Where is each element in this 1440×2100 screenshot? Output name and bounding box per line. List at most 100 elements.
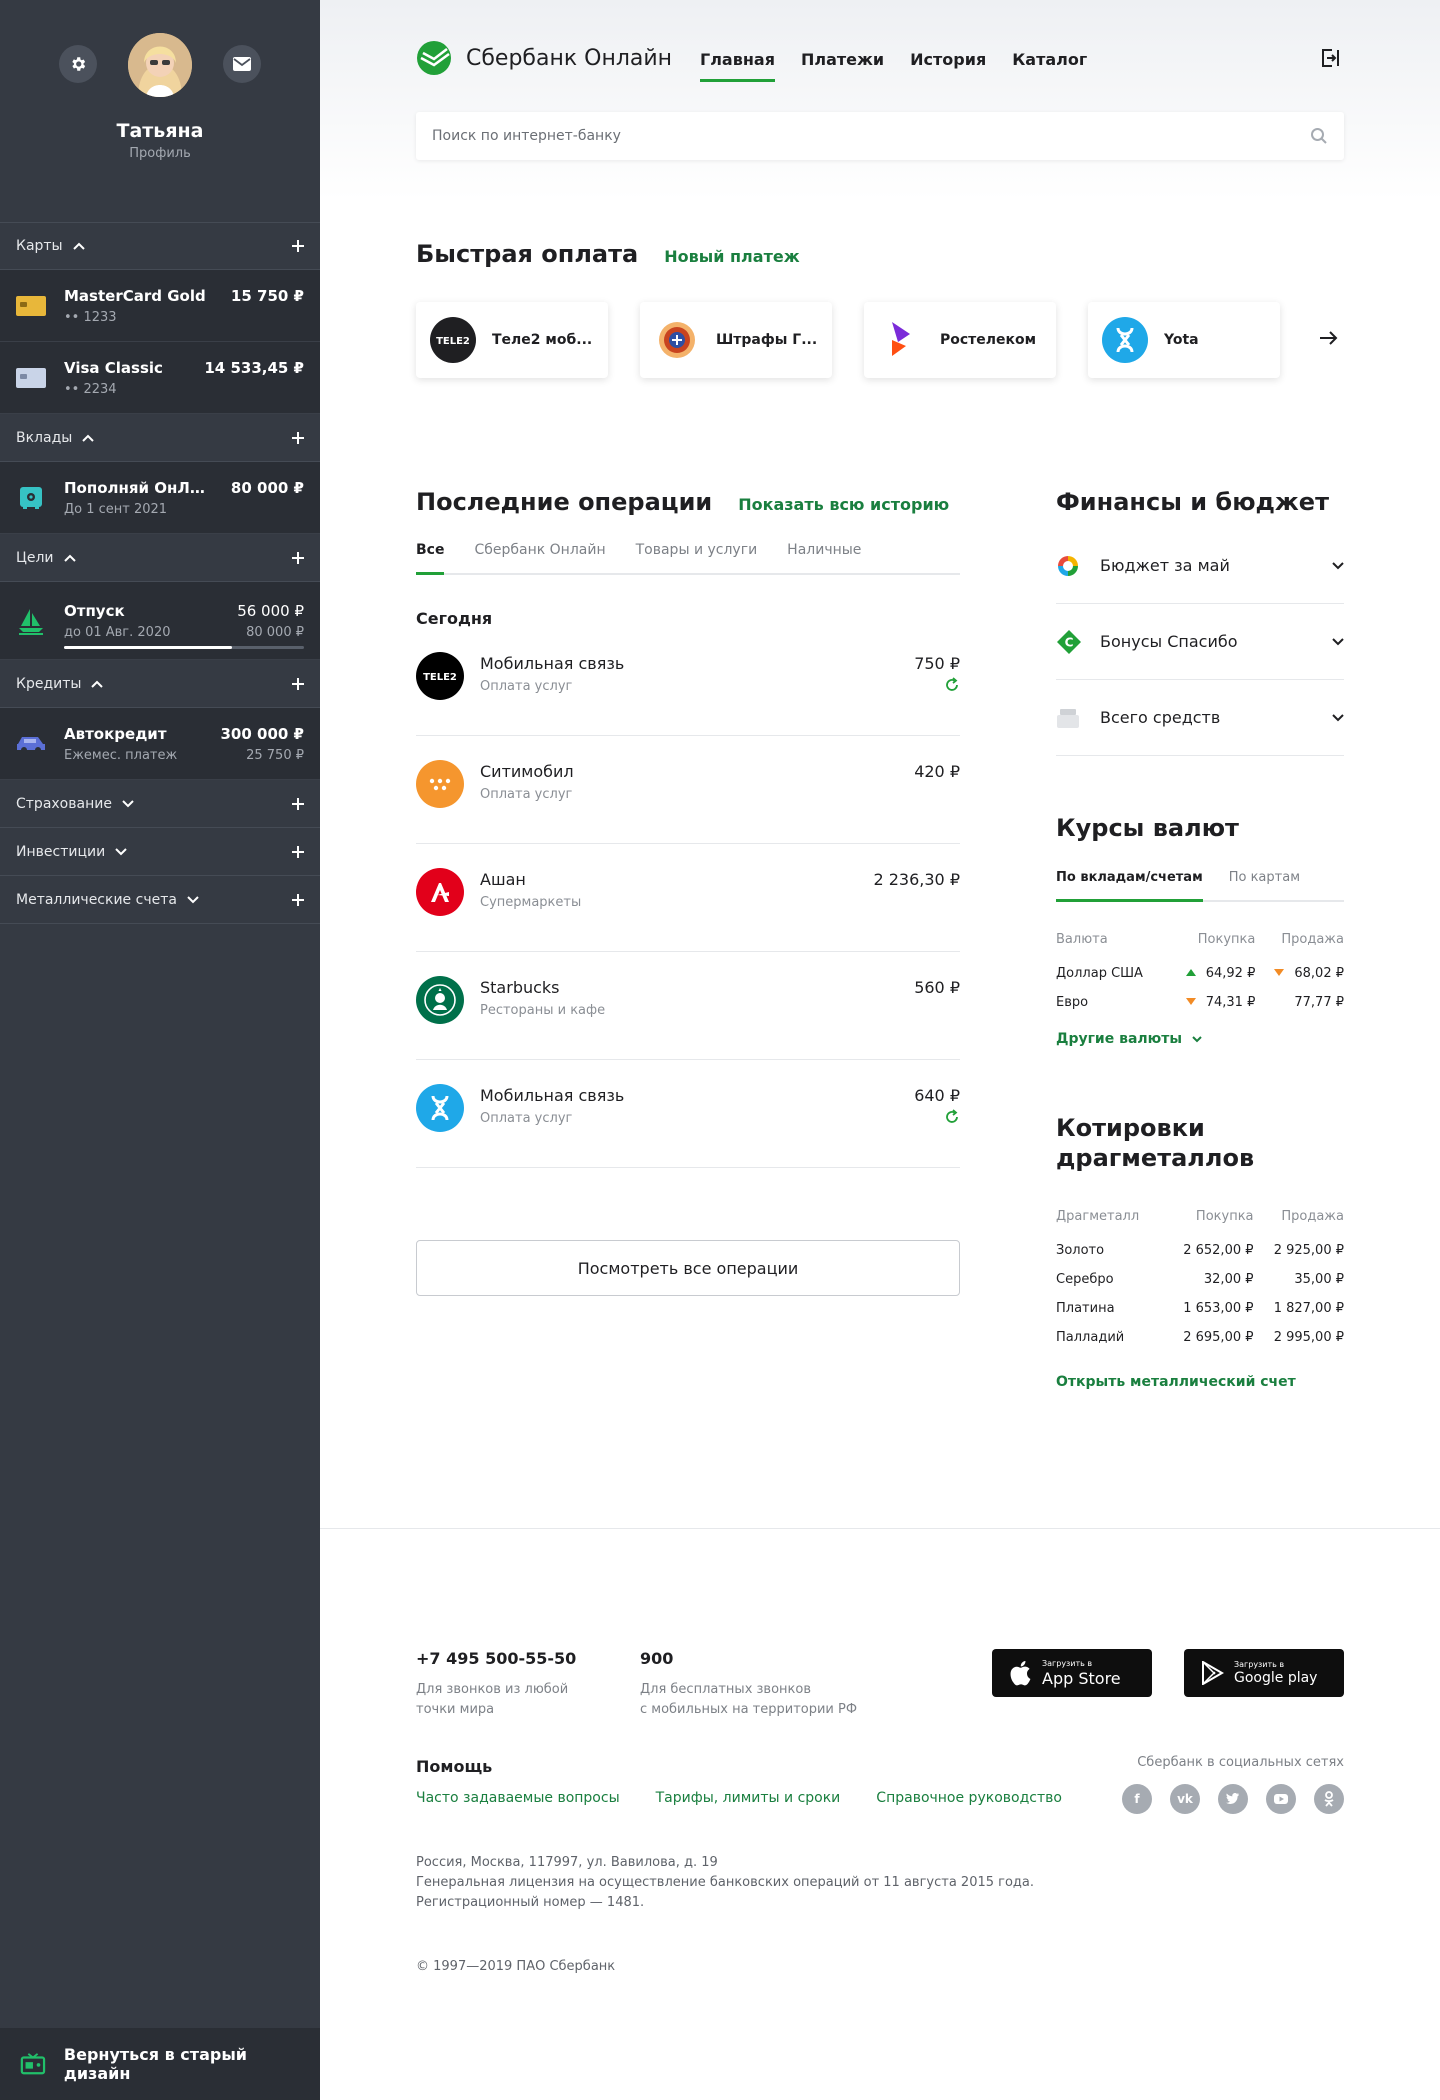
operation-name: Мобильная связь bbox=[480, 1086, 625, 1105]
google-play-button[interactable]: Загрузить в Google play bbox=[1184, 1649, 1344, 1697]
nav-payments[interactable]: Платежи bbox=[801, 50, 884, 82]
phone-description: Для звонков из любой точки мира bbox=[416, 1680, 576, 1720]
quick-pay-tele2[interactable]: TELE2 Теле2 моб... bbox=[416, 302, 608, 378]
operation-name: Мобильная связь bbox=[480, 654, 625, 673]
card-item-visa[interactable]: Visa Classic •• 2234 14 533,45 ₽ bbox=[0, 342, 320, 414]
operation-row[interactable]: Мобильная связь Оплата услуг 640 ₽ bbox=[416, 1060, 960, 1168]
budget-chart-icon bbox=[1056, 554, 1088, 578]
nav-home[interactable]: Главная bbox=[700, 50, 775, 82]
operation-category: Рестораны и кафе bbox=[480, 1003, 606, 1018]
nav-catalog[interactable]: Каталог bbox=[1012, 50, 1087, 82]
guide-link[interactable]: Справочное руководство bbox=[876, 1790, 1062, 1806]
open-metal-account-link[interactable]: Открыть металлический счет bbox=[1056, 1374, 1344, 1390]
add-credit-button[interactable] bbox=[292, 677, 304, 690]
rates-table: Валюта Покупка Продажа Доллар США 64,92 … bbox=[1056, 932, 1344, 1017]
avatar[interactable] bbox=[128, 33, 192, 97]
app-store-button[interactable]: Загрузить в App Store bbox=[992, 1649, 1152, 1697]
quick-pay-yota[interactable]: Yota bbox=[1088, 302, 1280, 378]
sidebar-section-goals[interactable]: Цели bbox=[0, 534, 320, 582]
new-payment-link[interactable]: Новый платеж bbox=[664, 247, 799, 266]
user-name[interactable]: Татьяна bbox=[0, 120, 320, 142]
main-nav: Главная Платежи История Каталог bbox=[700, 50, 1113, 82]
store-small-label: Загрузить в bbox=[1234, 1660, 1285, 1669]
add-investment-button[interactable] bbox=[292, 845, 304, 858]
brand-name: Сбербанк Онлайн bbox=[466, 45, 673, 71]
card-item-mastercard[interactable]: MasterCard Gold •• 1233 15 750 ₽ bbox=[0, 270, 320, 342]
plus-icon bbox=[292, 845, 304, 858]
citymobil-logo-icon bbox=[416, 760, 464, 808]
operation-name: Starbucks bbox=[480, 978, 560, 997]
profile-link[interactable]: Профиль bbox=[0, 146, 320, 161]
safe-icon bbox=[16, 486, 46, 510]
table-row: Платина 1 653,00 ₽ 1 827,00 ₽ bbox=[1056, 1294, 1344, 1323]
more-currencies-link[interactable]: Другие валюты bbox=[1056, 1031, 1344, 1047]
credit-item[interactable]: Автокредит Ежемес. платеж 300 000 ₽ 25 7… bbox=[0, 708, 320, 780]
sidebar-section-cards[interactable]: Карты bbox=[0, 222, 320, 270]
metal-name: Палладий bbox=[1056, 1330, 1125, 1345]
rate-down-icon bbox=[1274, 969, 1285, 976]
quick-pay-label: Ростелеком bbox=[940, 332, 1037, 348]
buy-rate: 74,31 ₽ bbox=[1167, 988, 1255, 1017]
search-icon[interactable] bbox=[1310, 127, 1328, 145]
tab-rates-cards[interactable]: По картам bbox=[1229, 870, 1300, 900]
tab-cash[interactable]: Наличные bbox=[787, 542, 861, 573]
sell-value: 2 925,00 ₽ bbox=[1273, 1243, 1344, 1258]
add-deposit-button[interactable] bbox=[292, 431, 304, 444]
youtube-icon[interactable] bbox=[1266, 1784, 1296, 1814]
logout-button[interactable] bbox=[1320, 48, 1340, 72]
old-design-label: Вернуться в старый дизайн bbox=[63, 2045, 247, 2083]
repeat-payment-button[interactable] bbox=[914, 677, 960, 693]
budget-row[interactable]: Бюджет за май bbox=[1056, 528, 1344, 604]
twitter-icon[interactable] bbox=[1218, 1784, 1248, 1814]
sidebar-section-deposits[interactable]: Вклады bbox=[0, 414, 320, 462]
deposit-item[interactable]: Пополняй ОнЛ@йн До 1 сент 2021 80 000 ₽ bbox=[0, 462, 320, 534]
add-goal-button[interactable] bbox=[292, 551, 304, 564]
add-card-button[interactable] bbox=[292, 240, 304, 252]
add-insurance-button[interactable] bbox=[292, 797, 304, 810]
tariffs-link[interactable]: Тарифы, лимиты и сроки bbox=[656, 1790, 841, 1806]
quick-pay-rostelecom[interactable]: Ростелеком bbox=[864, 302, 1056, 378]
svg-text:TELE2: TELE2 bbox=[423, 672, 457, 683]
operation-category: Оплата услуг bbox=[480, 679, 573, 694]
buy-value: 2 652,00 ₽ bbox=[1183, 1243, 1254, 1258]
quick-pay-fines[interactable]: Штрафы Г... bbox=[640, 302, 832, 378]
brand-logo[interactable]: Сбербанк Онлайн bbox=[416, 40, 672, 76]
rate-down-icon bbox=[1185, 998, 1196, 1005]
total-funds-row[interactable]: Всего средств bbox=[1056, 680, 1344, 756]
sidebar-section-investments[interactable]: Инвестиции bbox=[0, 828, 320, 876]
section-label: Карты bbox=[16, 238, 63, 254]
show-history-link[interactable]: Показать всю историю bbox=[738, 495, 949, 514]
add-metal-button[interactable] bbox=[292, 893, 304, 906]
search-input[interactable] bbox=[432, 128, 1310, 144]
chevron-down-icon bbox=[187, 895, 199, 904]
settings-button[interactable] bbox=[59, 45, 97, 83]
tab-rates-accounts[interactable]: По вкладам/счетам bbox=[1056, 870, 1203, 902]
sidebar-section-metals[interactable]: Металлические счета bbox=[0, 876, 320, 924]
operation-row[interactable]: Ситимобил Оплата услуг 420 ₽ bbox=[416, 736, 960, 844]
operation-row[interactable]: Starbucks Рестораны и кафе 560 ₽ bbox=[416, 952, 960, 1060]
operation-row[interactable]: TELE2 Мобильная связь Оплата услуг 750 ₽ bbox=[416, 628, 960, 736]
phone-number[interactable]: +7 495 500-55-50 bbox=[416, 1649, 576, 1668]
view-all-operations-button[interactable]: Посмотреть все операции bbox=[416, 1240, 960, 1296]
old-design-link[interactable]: Вернуться в старый дизайн bbox=[0, 2028, 320, 2100]
sidebar-section-credits[interactable]: Кредиты bbox=[0, 660, 320, 708]
bonus-row[interactable]: C Бонусы Спасибо bbox=[1056, 604, 1344, 680]
quick-pay-list: TELE2 Теле2 моб... Штрафы Г... Ростелеко… bbox=[416, 302, 1312, 378]
repeat-payment-button[interactable] bbox=[914, 1109, 960, 1125]
operation-row[interactable]: Ашан Супермаркеты 2 236,30 ₽ bbox=[416, 844, 960, 952]
quick-pay-next-button[interactable] bbox=[1320, 330, 1338, 349]
phone-number[interactable]: 900 bbox=[640, 1649, 857, 1668]
nav-history[interactable]: История bbox=[910, 50, 986, 82]
faq-link[interactable]: Часто задаваемые вопросы bbox=[416, 1790, 620, 1806]
tab-sberbank-online[interactable]: Сбербанк Онлайн bbox=[474, 542, 605, 573]
odnoklassniki-icon[interactable] bbox=[1314, 1784, 1344, 1814]
section-label: Страхование bbox=[16, 795, 112, 812]
goal-item[interactable]: Отпуск до 01 Авг. 2020 56 000 ₽ 80 000 ₽ bbox=[0, 582, 320, 660]
sidebar-section-insurance[interactable]: Страхование bbox=[0, 780, 320, 828]
vk-icon[interactable]: vk bbox=[1170, 1784, 1200, 1814]
messages-button[interactable] bbox=[223, 45, 261, 83]
tab-all[interactable]: Все bbox=[416, 542, 445, 575]
facebook-icon[interactable]: f bbox=[1122, 1784, 1152, 1814]
goal-target: 80 000 ₽ bbox=[246, 624, 304, 640]
tab-goods-services[interactable]: Товары и услуги bbox=[636, 542, 758, 573]
